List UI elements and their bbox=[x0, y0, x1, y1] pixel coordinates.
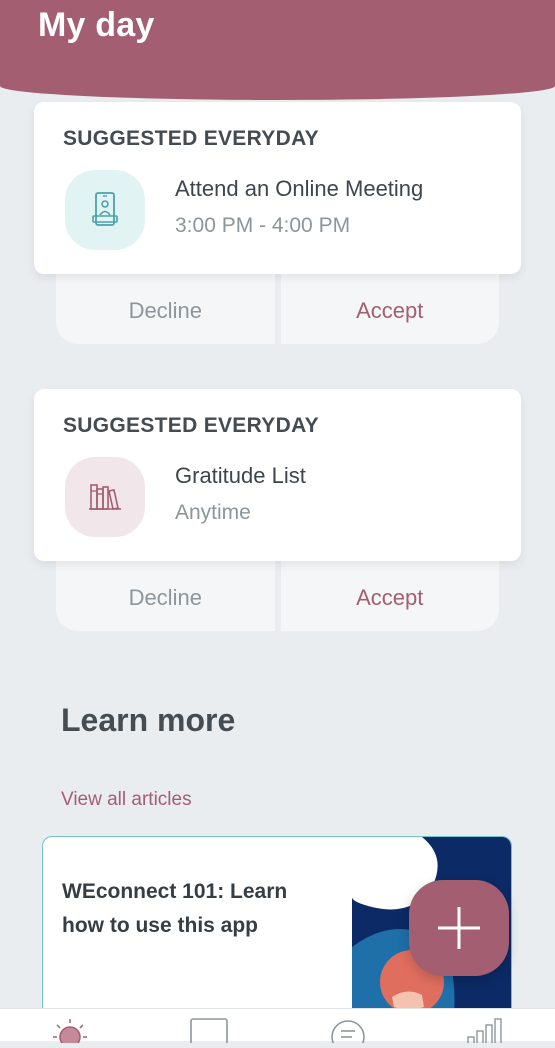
plus-icon bbox=[438, 907, 480, 949]
suggestion-category: SUGGESTED EVERYDAY bbox=[63, 414, 319, 437]
accept-button[interactable]: Accept bbox=[280, 551, 499, 631]
header-banner: My day bbox=[0, 0, 555, 100]
learn-more-heading: Learn more bbox=[61, 702, 236, 738]
bar-chart-icon[interactable] bbox=[466, 1017, 504, 1048]
suggestion-name: Attend an Online Meeting bbox=[175, 176, 424, 201]
accept-button[interactable]: Accept bbox=[280, 264, 499, 344]
suggestion-time: 3:00 PM - 4:00 PM bbox=[175, 214, 351, 237]
chat-icon[interactable] bbox=[330, 1017, 366, 1048]
suggestion-actions: Decline Accept bbox=[56, 264, 499, 344]
suggestion-card-group: Decline Accept SUGGESTED EVERYDAY Attend… bbox=[0, 102, 555, 362]
books-icon bbox=[65, 457, 145, 537]
view-all-articles-link[interactable]: View all articles bbox=[61, 789, 192, 811]
page-title: My day bbox=[38, 6, 155, 44]
decline-button[interactable]: Decline bbox=[56, 551, 275, 631]
suggestion-time: Anytime bbox=[175, 501, 251, 524]
suggestion-card[interactable]: SUGGESTED EVERYDAY Gratitude List Anytim… bbox=[34, 389, 521, 561]
suggestion-actions: Decline Accept bbox=[56, 551, 499, 631]
suggestion-category: SUGGESTED EVERYDAY bbox=[63, 127, 319, 150]
add-button[interactable] bbox=[409, 880, 509, 976]
sun-icon[interactable] bbox=[52, 1017, 88, 1048]
decline-button[interactable]: Decline bbox=[56, 264, 275, 344]
video-call-icon bbox=[65, 170, 145, 250]
laptop-icon[interactable] bbox=[190, 1017, 228, 1048]
suggestion-card[interactable]: SUGGESTED EVERYDAY Attend an Online Meet… bbox=[34, 102, 521, 274]
bottom-tab-bar bbox=[0, 1008, 555, 1048]
article-title: WEconnect 101: Learn how to use this app bbox=[62, 880, 288, 937]
suggestion-card-group: Decline Accept SUGGESTED EVERYDAY Gratit… bbox=[0, 389, 555, 649]
suggestion-name: Gratitude List bbox=[175, 463, 306, 488]
